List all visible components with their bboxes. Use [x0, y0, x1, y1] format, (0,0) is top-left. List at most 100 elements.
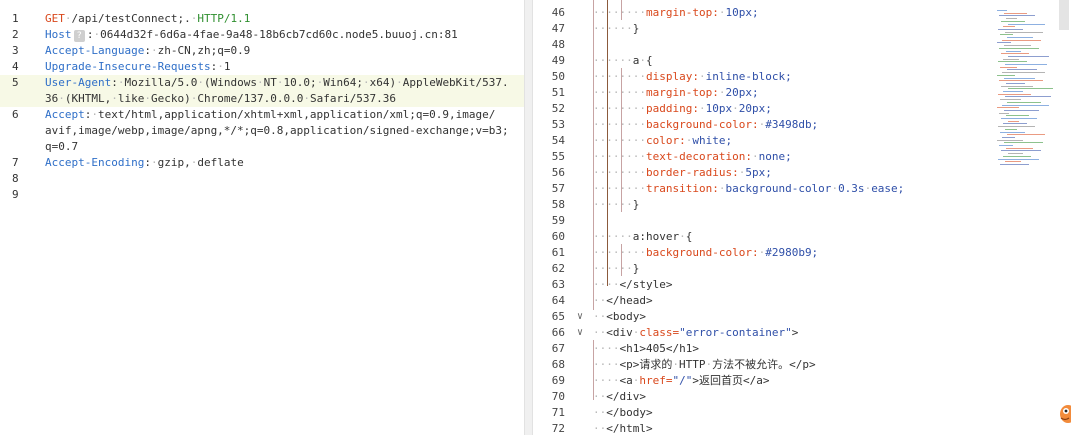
response-line-text: ······}: [593, 21, 639, 37]
response-line[interactable]: 55 ········text-decoration:·none;: [533, 149, 997, 165]
request-line[interactable]: 2 Host?:·0644d32f-6d6a-4fae-9a48-18b6cb7c…: [0, 27, 524, 43]
fold-chevron-icon[interactable]: ∨: [577, 325, 587, 341]
response-token: >返回首页</a>: [692, 374, 770, 387]
request-editor[interactable]: 1 GET·/api/testConnect;.·HTTP/1.1 2 Host?:·…: [0, 0, 524, 435]
response-line[interactable]: 69 ····<a·href="/">返回首页</a>: [533, 373, 997, 389]
minimap-line: [1008, 55, 1049, 57]
indent-marker: ··: [593, 294, 607, 307]
request-line[interactable]: 4 Upgrade-Insecure-Requests:·1: [0, 59, 524, 75]
header-name: Accept-Encoding: [45, 156, 145, 169]
response-token: none;: [758, 150, 792, 163]
request-token: :: [86, 28, 94, 41]
request-line[interactable]: 8: [0, 171, 524, 187]
response-token: background-color: [725, 182, 832, 195]
response-line[interactable]: 60 ······a:hover·{: [533, 229, 997, 245]
fold-chevron-icon[interactable]: ∨: [577, 309, 587, 325]
response-token: a:hover: [632, 230, 680, 243]
response-line[interactable]: 48: [533, 37, 997, 53]
hint-badge-icon[interactable]: ?: [73, 30, 85, 42]
minimap-line: [1000, 163, 1029, 165]
minimap-line: [1007, 69, 1037, 71]
code-minimap[interactable]: [997, 10, 1055, 170]
indent-guide: [593, 0, 594, 310]
line-number: 2: [12, 28, 19, 41]
response-token: background-color:: [645, 246, 759, 259]
request-line[interactable]: 6 Accept:·text/html,application/xhtml+xml…: [0, 107, 524, 123]
request-token: GET: [45, 12, 65, 25]
request-line[interactable]: q=0.7: [0, 139, 524, 155]
response-line[interactable]: 66 ∨ ··<div·class="error-container">: [533, 325, 997, 341]
response-token: </body>: [606, 406, 653, 419]
response-line[interactable]: 53 ········background-color:·#3498db;: [533, 117, 997, 133]
indent-marker: ········: [593, 166, 646, 179]
request-token: :: [144, 44, 151, 57]
response-line[interactable]: 46 ········margin-top:·10px;: [533, 5, 997, 21]
response-line-text: ··<body>: [593, 309, 646, 325]
line-number: 59: [551, 214, 565, 227]
response-line[interactable]: 51 ········margin-top:·20px;: [533, 85, 997, 101]
response-line[interactable]: 61 ········background-color:·#2980b9;: [533, 245, 997, 261]
response-line[interactable]: 62 ······}: [533, 261, 997, 277]
whitespace-marker: ·: [639, 54, 646, 67]
response-line-text: ····<a·href="/">返回首页</a>: [593, 373, 770, 389]
whitespace-marker: ·: [256, 76, 264, 89]
line-number: 57: [551, 182, 565, 195]
minimap-line: [997, 107, 1019, 109]
request-line[interactable]: avif,image/webp,image/apng,*/*;q=0.8,app…: [0, 123, 524, 139]
response-line[interactable]: 49 ······a·{: [533, 53, 997, 69]
request-line[interactable]: 3 Accept-Language:·zh-CN,zh;q=0.9: [0, 43, 524, 59]
whitespace-marker: ·: [64, 12, 72, 25]
response-line[interactable]: 65 ∨ ··<body>: [533, 309, 997, 325]
whitespace-marker: ·: [144, 92, 151, 105]
header-name: Accept: [45, 108, 85, 121]
request-line[interactable]: 9: [0, 187, 524, 203]
request-line-text: Accept:·text/html,application/xhtml+xml,…: [45, 107, 495, 123]
line-number: 67: [551, 342, 565, 355]
minimap-line: [1001, 53, 1029, 55]
pane-divider[interactable]: [524, 0, 533, 435]
header-name: Accept-Language: [45, 44, 145, 57]
response-line[interactable]: 64 ··</head>: [533, 293, 997, 309]
response-token: background-color:: [645, 118, 759, 131]
response-editor[interactable]: 46 ········margin-top:·10px; 47 ······} 48 49…: [533, 0, 1071, 435]
response-line[interactable]: 47 ······}: [533, 21, 997, 37]
whitespace-marker: ·: [698, 102, 706, 115]
whitespace-marker: ·: [362, 76, 370, 89]
request-line-text: Accept-Language:·zh-CN,zh;q=0.9: [45, 43, 250, 59]
response-line[interactable]: 72 ··</html>: [533, 421, 997, 435]
minimap-line: [998, 61, 1027, 63]
indent-marker: ········: [593, 182, 646, 195]
request-line[interactable]: 36·(KHTML,·like·Gecko)·Chrome/137.0.0.0·…: [0, 91, 524, 107]
line-number: 60: [551, 230, 565, 243]
line-number: 70: [551, 390, 565, 403]
line-number: 3: [12, 44, 19, 57]
response-line[interactable]: 50 ········display:·inline-block;: [533, 69, 997, 85]
response-line[interactable]: 54 ········color:·white;: [533, 133, 997, 149]
request-line[interactable]: 7 Accept-Encoding:·gzip,·deflate: [0, 155, 524, 171]
request-token: Mozilla/5.0: [124, 76, 198, 89]
indent-marker: ······: [593, 198, 633, 211]
line-number: 49: [551, 54, 565, 67]
response-line[interactable]: 67 ····<h1>405</h1>: [533, 341, 997, 357]
whitespace-marker: ·: [679, 230, 686, 243]
response-line[interactable]: 56 ········border-radius:·5px;: [533, 165, 997, 181]
response-line[interactable]: 71 ··</body>: [533, 405, 997, 421]
whitespace-marker: ·: [58, 92, 65, 105]
request-token: HTTP/1.1: [197, 12, 251, 25]
response-line[interactable]: 57 ········transition:·background-color·0…: [533, 181, 997, 197]
minimap-line: [1003, 58, 1019, 60]
response-line[interactable]: 58 ······}: [533, 197, 997, 213]
minimap-line: [998, 126, 1035, 128]
scrollbar-thumb[interactable]: [1059, 0, 1069, 30]
mascot-icon[interactable]: [1055, 402, 1071, 424]
response-line[interactable]: 63 ····</style>: [533, 277, 997, 293]
response-line-text: ····<h1>405</h1>: [593, 341, 699, 357]
minimap-line: [1003, 91, 1023, 92]
request-line[interactable]: 5 User-Agent:·Mozilla/5.0·(Windows·NT·10.…: [0, 75, 524, 91]
response-line[interactable]: 52 ········padding:·10px·20px;: [533, 101, 997, 117]
response-line[interactable]: 68 ····<p>请求的·HTTP·方法不被允许。</p>: [533, 357, 997, 373]
request-line[interactable]: 1 GET·/api/testConnect;.·HTTP/1.1: [0, 11, 524, 27]
response-line-text: ········text-decoration:·none;: [593, 149, 792, 165]
response-line[interactable]: 70 ··</div>: [533, 389, 997, 405]
response-line[interactable]: 59: [533, 213, 997, 229]
